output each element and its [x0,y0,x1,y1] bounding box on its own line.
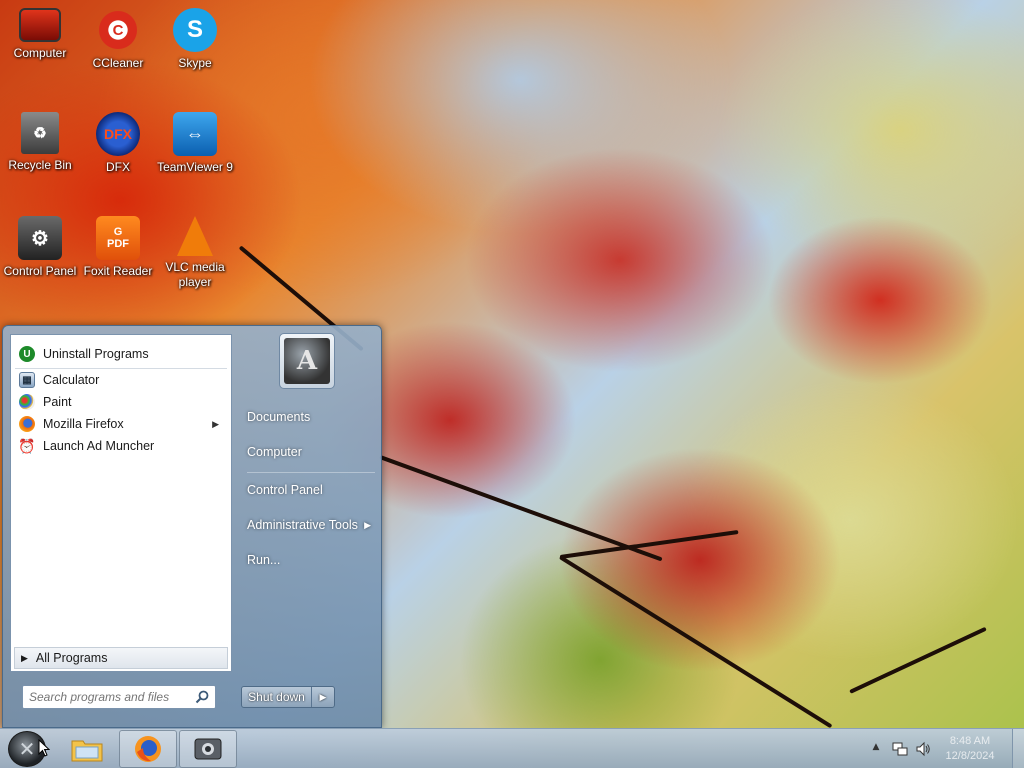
chevron-right-icon: ▶ [212,418,219,429]
start-orb-icon: ✕ [18,737,36,761]
speaker-icon[interactable] [915,741,931,757]
desktop-icon-skype[interactable]: S Skype [155,8,235,71]
start-link-computer[interactable]: Computer [241,438,377,466]
dfx-icon: DFX [96,112,140,156]
network-icon[interactable] [892,741,908,757]
search-box[interactable] [22,685,216,709]
desktop-icon-foxit-reader[interactable]: G PDF Foxit Reader [78,216,158,279]
teamviewer-icon: ⇔ [173,112,217,156]
foxit-reader-icon: G PDF [96,216,140,260]
start-menu: U Uninstall Programs ▦ Calculator Paint … [2,325,382,728]
show-hidden-icons[interactable]: ▲ [868,742,884,758]
calculator-icon: ▦ [19,372,35,388]
start-menu-programs-pane: U Uninstall Programs ▦ Calculator Paint … [10,334,232,644]
show-desktop-button[interactable] [1012,729,1024,768]
desktop-icon-control-panel[interactable]: ⚙ Control Panel [0,216,80,279]
triangle-right-icon: ▶ [21,652,28,663]
clock[interactable]: 8:48 AM 12/8/2024 [938,734,1002,764]
program-paint[interactable]: Paint [15,391,227,413]
control-panel-icon: ⚙ [18,216,62,260]
uninstall-icon: U [19,346,35,362]
start-link-run[interactable]: Run... [241,546,377,574]
mouse-cursor-icon [38,739,50,757]
search-icon[interactable] [194,689,210,705]
firefox-icon [19,416,35,432]
ad-muncher-icon: ⏰ [18,437,36,454]
shutdown-button[interactable]: Shut down ▶ [241,686,335,708]
skype-icon: S [173,8,217,52]
folder-icon [71,740,103,762]
start-link-administrative-tools[interactable]: Administrative Tools ▶ [241,511,377,539]
taskbar-app[interactable] [179,730,237,768]
monitor-icon [19,8,61,42]
user-picture[interactable]: A [279,333,335,389]
desktop-icon-dfx[interactable]: DFX DFX [78,112,158,175]
clock-date: 12/8/2024 [945,750,995,762]
vlc-icon [177,216,213,256]
taskbar-file-explorer[interactable] [58,730,116,768]
all-programs[interactable]: ▶ All Programs [10,644,232,672]
recycle-bin-icon: ♻ [21,112,59,154]
desktop-icon-computer[interactable]: Computer [0,8,80,61]
program-mozilla-firefox[interactable]: Mozilla Firefox ▶ [15,413,227,435]
firefox-icon [135,736,161,762]
program-calculator[interactable]: ▦ Calculator [15,369,227,391]
start-link-documents[interactable]: Documents [241,403,377,431]
paint-icon [19,394,35,410]
search-input[interactable] [29,690,189,704]
app-icon [194,738,222,760]
desktop-icon-vlc[interactable]: VLC media player [155,216,235,290]
desktop-icon-recycle-bin[interactable]: ♻ Recycle Bin [0,112,80,173]
ccleaner-icon: C [96,8,140,52]
program-uninstall-programs[interactable]: U Uninstall Programs [15,343,227,365]
shutdown-options-icon[interactable]: ▶ [312,692,334,703]
taskbar-firefox[interactable] [119,730,177,768]
avatar: A [284,338,330,384]
separator [247,472,375,473]
desktop-icon-ccleaner[interactable]: C CCleaner [78,8,158,71]
program-launch-ad-muncher[interactable]: ⏰ Launch Ad Muncher [15,435,227,457]
chevron-right-icon: ▶ [364,519,371,530]
clock-time: 8:48 AM [949,735,991,747]
desktop-icon-teamviewer[interactable]: ⇔ TeamViewer 9 [155,112,235,175]
start-link-control-panel[interactable]: Control Panel [241,476,377,504]
taskbar: ✕ ▲ 8:48 AM 12/8/2024 [0,728,1024,768]
